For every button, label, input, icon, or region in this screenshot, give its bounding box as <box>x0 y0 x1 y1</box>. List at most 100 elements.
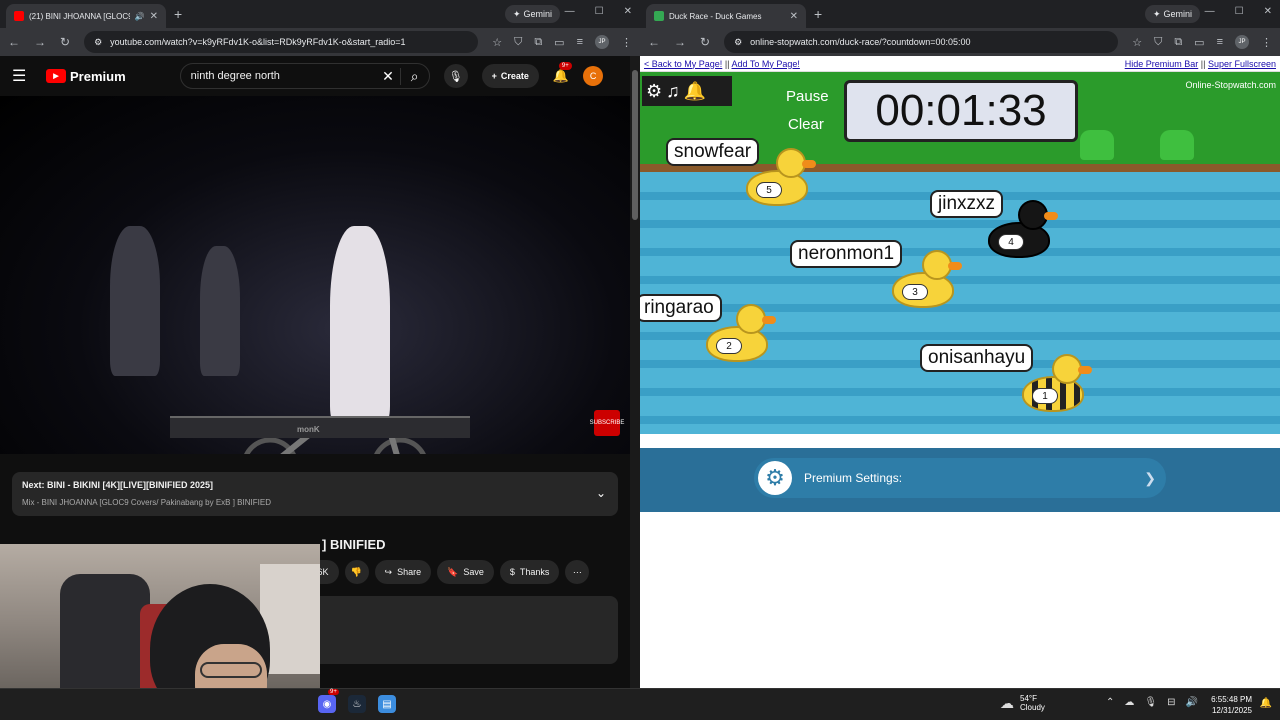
close-window-icon[interactable]: ✕ <box>1264 6 1272 17</box>
mic-tray-icon[interactable]: 🎙 <box>1144 697 1157 708</box>
separator: || <box>724 58 730 69</box>
tab-youtube[interactable]: (21) BINI JHOANNA [GLOC9 Covers/ Pakinab… <box>6 4 166 28</box>
stage-platform <box>170 416 470 438</box>
video-person-shape <box>110 226 160 376</box>
chevron-down-icon[interactable]: ⌄ <box>596 486 606 500</box>
sidebar-icon[interactable]: ▭ <box>1194 36 1204 49</box>
user-avatar[interactable]: C <box>583 66 604 86</box>
bell-sound-icon[interactable]: 🔔 <box>684 81 706 102</box>
onedrive-icon[interactable]: ☁ <box>1124 697 1134 708</box>
close-tab-icon[interactable]: ✕ <box>150 11 158 22</box>
search-icon[interactable]: ⌕ <box>399 67 419 85</box>
weather-temp: 54°F <box>1020 694 1037 703</box>
gemini-button[interactable]: ✦ Gemini <box>504 5 560 23</box>
music-icon[interactable]: ♫ <box>666 81 680 102</box>
notifications-bell-icon[interactable]: 🔔 9+ <box>553 62 572 84</box>
next-in-playlist[interactable]: Next: BINI - BIKINI [4K][LIVE][BINIFIED … <box>12 472 618 516</box>
add-to-my-page-link[interactable]: Add To My Page! <box>732 59 800 69</box>
thanks-button[interactable]: $ Thanks <box>499 560 560 584</box>
search-box[interactable]: ninth degree north ✕ ⌕ <box>179 63 430 89</box>
back-icon[interactable]: ← <box>648 35 660 49</box>
maximize-icon[interactable]: ☐ <box>595 6 604 17</box>
microphone-icon[interactable]: 🎙 <box>443 64 468 88</box>
minimize-icon[interactable]: — <box>565 6 575 17</box>
steam-icon[interactable]: ♨ <box>348 695 366 713</box>
forward-icon[interactable]: → <box>674 35 686 49</box>
profile-avatar[interactable]: JP <box>1235 35 1249 49</box>
page-scrollbar[interactable] <box>630 56 640 688</box>
extensions-icon[interactable]: ⧉ <box>534 36 542 49</box>
maximize-icon[interactable]: ☐ <box>1235 6 1244 17</box>
search-input[interactable]: ninth degree north <box>191 70 376 82</box>
star-icon[interactable]: ☆ <box>492 36 502 49</box>
save-button[interactable]: 🔖 Save <box>437 560 494 584</box>
reload-icon[interactable]: ↻ <box>700 35 710 49</box>
clear-search-icon[interactable]: ✕ <box>382 68 394 85</box>
premium-settings-panel[interactable]: ⚙ Premium Settings: ❯ <box>754 458 1166 498</box>
extensions-icon[interactable]: ⧉ <box>1174 36 1182 49</box>
close-tab-icon[interactable]: ✕ <box>790 11 798 22</box>
dislike-button[interactable]: 👎 <box>344 560 369 584</box>
window-controls: — ☐ ✕ <box>1205 6 1272 17</box>
new-tab-button[interactable]: + <box>174 6 182 22</box>
reading-list-icon[interactable]: ≡ <box>577 36 583 48</box>
weather-widget[interactable]: ☁ 54°F Cloudy <box>1000 694 1045 712</box>
notification-badge: 9+ <box>558 62 572 70</box>
tab-duck-race[interactable]: Duck Race - Duck Games ✕ <box>646 4 806 28</box>
new-tab-button[interactable]: + <box>814 6 822 22</box>
duck-race-favicon-icon <box>654 11 664 21</box>
clock[interactable]: 6:55:48 PM 12/31/2025 <box>1211 694 1252 716</box>
youtube-header: ☰ ▶ Premium ninth degree north ✕ ⌕ 🎙 + Cr… <box>0 56 640 96</box>
youtube-logo[interactable]: ▶ Premium <box>46 69 126 84</box>
hamburger-menu-icon[interactable]: ☰ <box>12 66 32 86</box>
notification-center-icon[interactable]: 🔔 <box>1260 698 1272 709</box>
shield-icon[interactable]: ⛉ <box>514 36 522 49</box>
site-info-icon[interactable]: ⚙ <box>734 37 742 48</box>
back-to-my-page-link[interactable]: < Back to My Page! <box>644 59 722 69</box>
bush-decoration <box>1160 130 1194 160</box>
close-window-icon[interactable]: ✕ <box>624 6 632 17</box>
description-box[interactable] <box>300 596 618 664</box>
audio-icon[interactable]: 🔊 <box>135 12 145 21</box>
create-button[interactable]: + Create <box>481 64 539 88</box>
gemini-button[interactable]: ✦ Gemini <box>1144 5 1200 23</box>
minimize-icon[interactable]: — <box>1205 6 1215 17</box>
sidebar-icon[interactable]: ▭ <box>554 36 564 49</box>
discord-icon[interactable]: ◉ 9+ <box>318 689 339 713</box>
share-button[interactable]: ↪ Share <box>374 560 432 584</box>
video-player[interactable]: monK SUBSCRIBE <box>0 96 630 454</box>
site-info-icon[interactable]: ⚙ <box>94 37 102 48</box>
shield-icon[interactable]: ⛉ <box>1154 36 1162 49</box>
hide-premium-bar-link[interactable]: Hide Premium Bar <box>1125 59 1199 69</box>
create-label: Create <box>500 71 529 81</box>
reload-icon[interactable]: ↻ <box>60 35 70 49</box>
tab-title: Duck Race - Duck Games <box>669 11 762 21</box>
clear-button[interactable]: Clear <box>788 116 824 133</box>
chevron-up-icon[interactable]: ⌃ <box>1106 697 1114 708</box>
chevron-down-icon[interactable]: ❯ <box>1144 470 1156 487</box>
tab-title: (21) BINI JHOANNA [GLOC9 Covers/ Pakinab… <box>29 11 130 21</box>
menu-icon[interactable]: ⋮ <box>621 36 632 49</box>
super-fullscreen-link[interactable]: Super Fullscreen <box>1208 59 1276 69</box>
star-icon[interactable]: ☆ <box>1132 36 1142 49</box>
subscribe-badge[interactable]: SUBSCRIBE <box>590 410 624 436</box>
back-icon[interactable]: ← <box>8 35 20 49</box>
notepad-icon[interactable]: ▤ <box>378 695 396 713</box>
url-bar[interactable]: ⚙ online-stopwatch.com/duck-race/?countd… <box>724 31 1119 53</box>
reading-list-icon[interactable]: ≡ <box>1217 36 1223 48</box>
forward-icon[interactable]: → <box>34 35 46 49</box>
url-bar[interactable]: ⚙ youtube.com/watch?v=k9yRFdv1K-o&list=R… <box>84 31 479 53</box>
network-icon[interactable]: ⊟ <box>1167 697 1175 708</box>
more-actions-button[interactable]: ⋯ <box>565 560 590 584</box>
pause-button[interactable]: Pause <box>786 88 829 105</box>
profile-avatar[interactable]: JP <box>595 35 609 49</box>
playlist-title: Mix - BINI JHOANNA [GLOC9 Covers/ Pakina… <box>22 498 271 507</box>
volume-icon[interactable]: 🔊 <box>1185 697 1197 708</box>
thumbs-down-icon: 👎 <box>350 566 363 577</box>
duck-race-browser-window: Duck Race - Duck Games ✕ + ✦ Gemini — ☐ ✕… <box>640 0 1280 688</box>
settings-gear-icon[interactable]: ⚙ <box>646 81 662 102</box>
menu-icon[interactable]: ⋮ <box>1261 36 1272 49</box>
scrollbar-thumb[interactable] <box>632 70 638 220</box>
discord-badge: 9+ <box>328 689 339 695</box>
video-person-shape <box>200 246 240 376</box>
